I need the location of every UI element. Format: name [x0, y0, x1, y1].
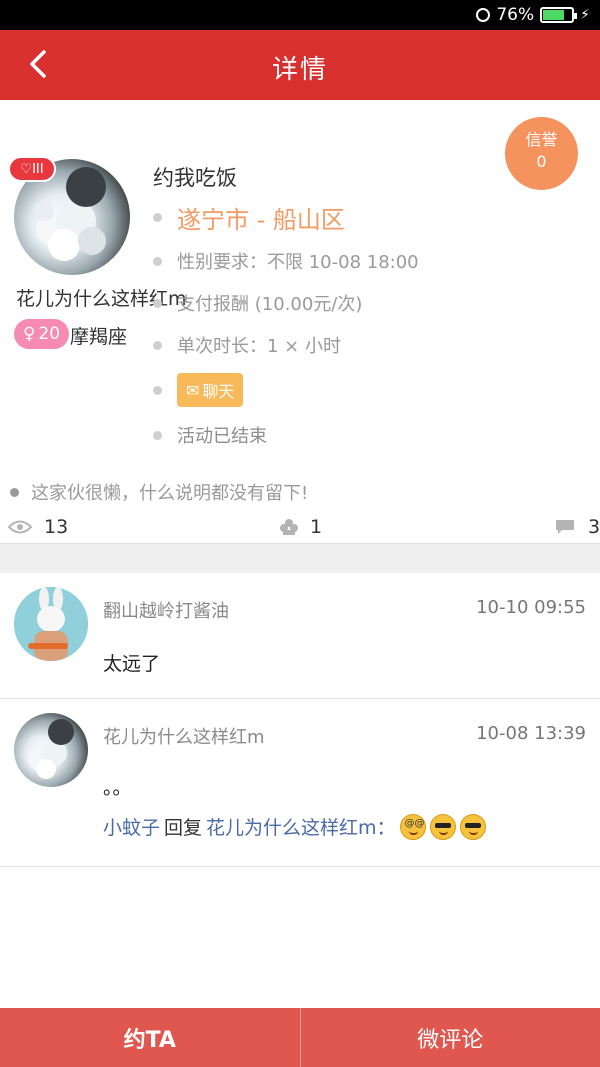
nav-bar: 详情 — [0, 30, 600, 100]
commenter-avatar[interactable] — [14, 713, 88, 787]
event-detail-card: 信誉 0 ♡ III 花儿为什么这样红m ♀ 20 摩羯座 约我吃饭 遂宁市 - 船… — [0, 100, 600, 543]
duration-row: 单次时长：1 × 小时 — [153, 332, 341, 358]
comments-stat[interactable]: 3 — [554, 516, 600, 538]
bullet-icon — [10, 487, 19, 497]
bullet-icon — [153, 298, 162, 308]
charging-icon: ⚡ — [580, 7, 590, 23]
comment-time: 10-10 09:55 — [476, 597, 586, 618]
bullet-icon — [153, 340, 162, 350]
commenter-avatar[interactable] — [14, 587, 88, 661]
battery-icon — [540, 7, 578, 23]
battery-percent: 76% — [496, 5, 535, 25]
comment-time: 10-08 13:39 — [476, 723, 586, 744]
rabbit-photo — [14, 587, 88, 661]
bullet-icon — [153, 385, 162, 395]
duration-text: 单次时长：1 × 小时 — [177, 336, 341, 357]
rotation-lock-icon — [476, 8, 491, 22]
location-row: 遂宁市 - 船山区 — [153, 200, 345, 235]
heart-icon: ♡ — [20, 161, 33, 177]
flower-icon — [280, 519, 298, 535]
comments-count: 3 — [588, 516, 600, 538]
date-ta-button[interactable]: 约TA — [0, 1008, 300, 1067]
flower-photo — [28, 719, 74, 779]
chat-button[interactable]: ✉ 聊天 — [177, 373, 244, 407]
eye-icon — [8, 520, 32, 534]
chat-label: 聊天 — [202, 382, 235, 401]
gender-text: 性别要求：不限 10-08 18:00 — [177, 252, 419, 273]
vip-level: III — [32, 161, 44, 177]
comment-icon — [556, 520, 574, 534]
page-title: 详情 — [271, 55, 328, 85]
age-value: 20 — [38, 324, 61, 344]
event-title: 约我吃饭 — [153, 166, 237, 190]
location-text: 遂宁市 - 船山区 — [177, 206, 345, 234]
micro-comment-button[interactable]: 微评论 — [301, 1008, 600, 1067]
credit-value: 0 — [536, 152, 547, 171]
description-row: 这家伙很懒，什么说明都没有留下! — [10, 479, 308, 505]
pay-row: 支付报酬 (10.00元/次) — [153, 290, 362, 316]
description-text: 这家伙很懒，什么说明都没有留下! — [31, 483, 309, 504]
vip-badge: ♡ III — [8, 156, 56, 182]
pay-text: 支付报酬 (10.00元/次) — [177, 294, 363, 315]
reply-verb: 回复 — [164, 817, 203, 839]
likes-count: 1 — [310, 516, 323, 538]
bullet-icon — [153, 256, 162, 266]
sunglasses-emoji-icon — [429, 813, 456, 840]
views-count: 13 — [44, 516, 69, 538]
bottom-action-bar: 约TA 微评论 — [0, 1008, 600, 1067]
status-bar: 76% ⚡ — [0, 0, 600, 30]
gender-row: 性别要求：不限 10-08 18:00 — [153, 248, 419, 274]
female-icon: ♀ — [22, 324, 36, 344]
reply-to-link[interactable]: 花儿为什么这样红m： — [206, 813, 396, 840]
bullet-icon — [153, 213, 162, 222]
comment-item[interactable]: 花儿为什么这样红m 10-08 13:39 。。 小蚊子 回复 花儿为什么这样红… — [0, 699, 600, 867]
status-text: 活动已结束 — [177, 426, 267, 447]
bullet-icon — [153, 430, 162, 440]
likes-stat[interactable]: 1 — [280, 516, 322, 538]
credit-badge: 信誉 0 — [505, 117, 578, 190]
reply-row: 小蚊子 回复 花儿为什么这样红m： — [103, 813, 486, 840]
envelope-icon: ✉ — [186, 380, 200, 400]
views-stat: 13 — [8, 516, 68, 538]
reply-from-link[interactable]: 小蚊子 — [103, 813, 160, 840]
sunglasses-emoji-icon — [459, 813, 486, 840]
comment-text: 太远了 — [103, 653, 161, 675]
stats-bar: 13 1 3 — [0, 516, 600, 544]
commenter-name: 花儿为什么这样红m — [103, 727, 265, 748]
age-badge: ♀ 20 — [14, 319, 69, 349]
commenter-name: 翻山越岭打酱油 — [103, 601, 229, 622]
credit-label: 信誉 — [525, 130, 558, 149]
section-divider — [0, 543, 600, 573]
zodiac-label: 摩羯座 — [70, 326, 128, 348]
comment-text: 。。 — [103, 777, 132, 799]
status-row: 活动已结束 — [153, 422, 267, 448]
dizzy-emoji-icon — [399, 813, 426, 840]
chat-row: ✉ 聊天 — [153, 373, 244, 407]
comment-item[interactable]: 翻山越岭打酱油 10-10 09:55 太远了 — [0, 573, 600, 699]
